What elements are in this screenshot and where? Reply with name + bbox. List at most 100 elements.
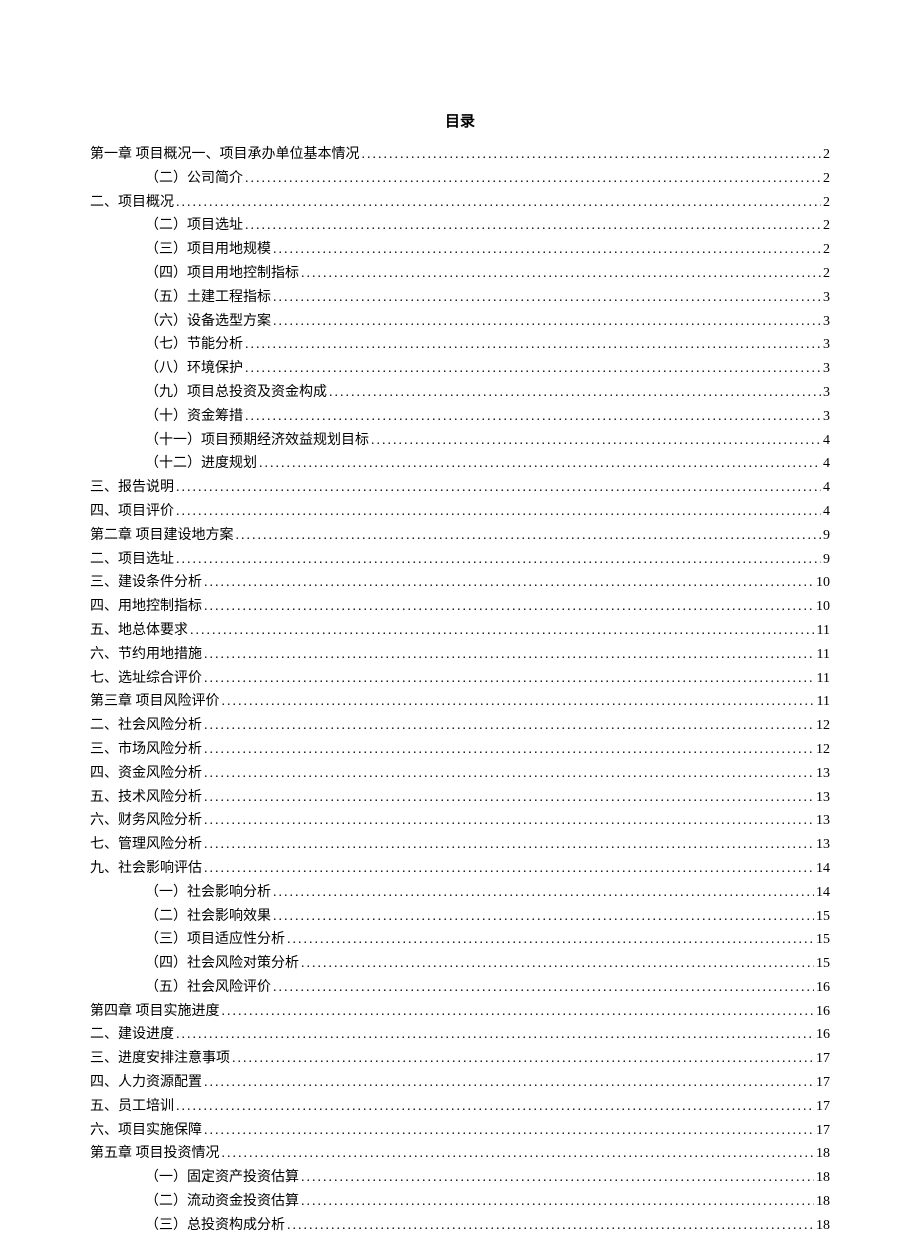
toc-dots <box>204 809 814 833</box>
toc-entry-page: 15 <box>816 905 830 929</box>
toc-entry-label: 二、项目概况 <box>90 191 174 215</box>
toc-entry: （六）设备选型方案3 <box>90 310 830 334</box>
toc-entry-label: （八）环境保护 <box>145 357 243 381</box>
toc-entry-label: （五）土建工程指标 <box>145 286 271 310</box>
toc-entry: （二）流动资金投资估算18 <box>90 1190 830 1214</box>
toc-dots <box>204 667 815 691</box>
toc-entry: 第五章 项目投资情况18 <box>90 1142 830 1166</box>
toc-dots <box>176 191 821 215</box>
toc-dots <box>287 928 814 952</box>
toc-entry-label: （五）社会风险评价 <box>145 976 271 1000</box>
toc-entry: 六、节约用地措施11 <box>90 643 830 667</box>
toc-entry-page: 2 <box>823 262 830 286</box>
toc-dots <box>204 762 814 786</box>
toc-entry: 六、项目实施保障17 <box>90 1119 830 1143</box>
toc-entry-label: 三、建设条件分析 <box>90 571 202 595</box>
toc-dots <box>204 643 815 667</box>
toc-entry-page: 9 <box>823 548 830 572</box>
toc-entry-page: 18 <box>816 1142 830 1166</box>
toc-entry-label: 五、员工培训 <box>90 1095 174 1119</box>
toc-entry-label: 六、财务风险分析 <box>90 809 202 833</box>
toc-entry: 七、管理风险分析13 <box>90 833 830 857</box>
toc-entry: 三、报告说明 4 <box>90 476 830 500</box>
toc-entry: （十）资金筹措3 <box>90 405 830 429</box>
toc-dots <box>273 286 821 310</box>
toc-entry-page: 13 <box>816 762 830 786</box>
toc-entry-page: 13 <box>816 786 830 810</box>
toc-entry-label: （七）节能分析 <box>145 333 243 357</box>
toc-entry-page: 4 <box>823 476 830 500</box>
toc-entry: （三）项目用地规模2 <box>90 238 830 262</box>
toc-entry-page: 10 <box>816 571 830 595</box>
toc-entry: 五、技术风险分析13 <box>90 786 830 810</box>
toc-entry-label: 九、社会影响评估 <box>90 857 202 881</box>
toc-entry-label: 七、选址综合评价 <box>90 667 202 691</box>
toc-dots <box>222 690 815 714</box>
toc-entry: （三）项目适应性分析15 <box>90 928 830 952</box>
toc-entry: （五）社会风险评价16 <box>90 976 830 1000</box>
toc-entry: （五）土建工程指标3 <box>90 286 830 310</box>
toc-entry-label: 五、地总体要求 <box>90 619 188 643</box>
toc-entry: 四、用地控制指标10 <box>90 595 830 619</box>
toc-entry: 第三章 项目风险评价 11 <box>90 690 830 714</box>
toc-entry-page: 12 <box>816 738 830 762</box>
toc-entry-page: 13 <box>816 833 830 857</box>
toc-entry-label: （二）流动资金投资估算 <box>145 1190 299 1214</box>
toc-container: 第一章 项目概况一、项目承办单位基本情况2（二）公司简介2二、项目概况2（二）项… <box>90 143 830 1238</box>
toc-dots <box>190 619 815 643</box>
toc-entry-label: 四、项目评价 <box>90 500 174 524</box>
toc-dots <box>204 857 814 881</box>
toc-entry: 五、地总体要求11 <box>90 619 830 643</box>
toc-entry-label: 三、市场风险分析 <box>90 738 202 762</box>
toc-dots <box>273 238 821 262</box>
toc-dots <box>204 714 814 738</box>
toc-entry-label: 二、社会风险分析 <box>90 714 202 738</box>
toc-entry: 二、项目选址9 <box>90 548 830 572</box>
toc-entry-label: （一）社会影响分析 <box>145 881 271 905</box>
toc-entry: （四）项目用地控制指标2 <box>90 262 830 286</box>
toc-entry-label: （二）社会影响效果 <box>145 905 271 929</box>
toc-entry-label: （十二）进度规划 <box>145 452 257 476</box>
toc-dots <box>273 976 814 1000</box>
toc-entry-label: 四、资金风险分析 <box>90 762 202 786</box>
toc-entry-label: （三）项目适应性分析 <box>145 928 285 952</box>
toc-entry-page: 16 <box>816 1000 830 1024</box>
toc-dots <box>204 1071 814 1095</box>
toc-entry: （三）总投资构成分析18 <box>90 1214 830 1238</box>
toc-entry: 四、项目评价4 <box>90 500 830 524</box>
toc-dots <box>273 310 821 334</box>
toc-dots <box>204 738 814 762</box>
toc-dots <box>245 357 821 381</box>
toc-entry-label: 三、报告说明 <box>90 476 174 500</box>
toc-dots <box>245 333 821 357</box>
toc-entry: 六、财务风险分析13 <box>90 809 830 833</box>
toc-entry-page: 11 <box>817 690 830 714</box>
toc-entry-label: 第四章 项目实施进度 <box>90 1000 220 1024</box>
toc-entry-page: 12 <box>816 714 830 738</box>
toc-dots <box>204 833 814 857</box>
toc-entry-label: （三）项目用地规模 <box>145 238 271 262</box>
toc-entry-label: （十一）项目预期经济效益规划目标 <box>145 429 369 453</box>
toc-entry-page: 11 <box>817 667 830 691</box>
toc-entry-label: 第三章 项目风险评价 <box>90 690 220 714</box>
toc-entry-page: 14 <box>816 881 830 905</box>
toc-entry-page: 2 <box>823 191 830 215</box>
toc-entry: （十二）进度规划4 <box>90 452 830 476</box>
toc-entry-page: 10 <box>816 595 830 619</box>
toc-dots <box>329 381 821 405</box>
toc-dots <box>176 548 821 572</box>
toc-entry: 九、社会影响评估14 <box>90 857 830 881</box>
toc-entry-page: 3 <box>823 333 830 357</box>
toc-entry: 四、人力资源配置17 <box>90 1071 830 1095</box>
toc-dots <box>204 595 814 619</box>
toc-dots <box>273 881 814 905</box>
toc-dots <box>245 214 821 238</box>
toc-entry: 五、员工培训17 <box>90 1095 830 1119</box>
toc-entry-page: 17 <box>816 1071 830 1095</box>
toc-entry-label: （一）固定资产投资估算 <box>145 1166 299 1190</box>
toc-entry-label: （二）公司简介 <box>145 167 243 191</box>
toc-entry-page: 3 <box>823 357 830 381</box>
toc-entry: （十一）项目预期经济效益规划目标4 <box>90 429 830 453</box>
toc-entry-label: 六、项目实施保障 <box>90 1119 202 1143</box>
toc-entry-label: 六、节约用地措施 <box>90 643 202 667</box>
